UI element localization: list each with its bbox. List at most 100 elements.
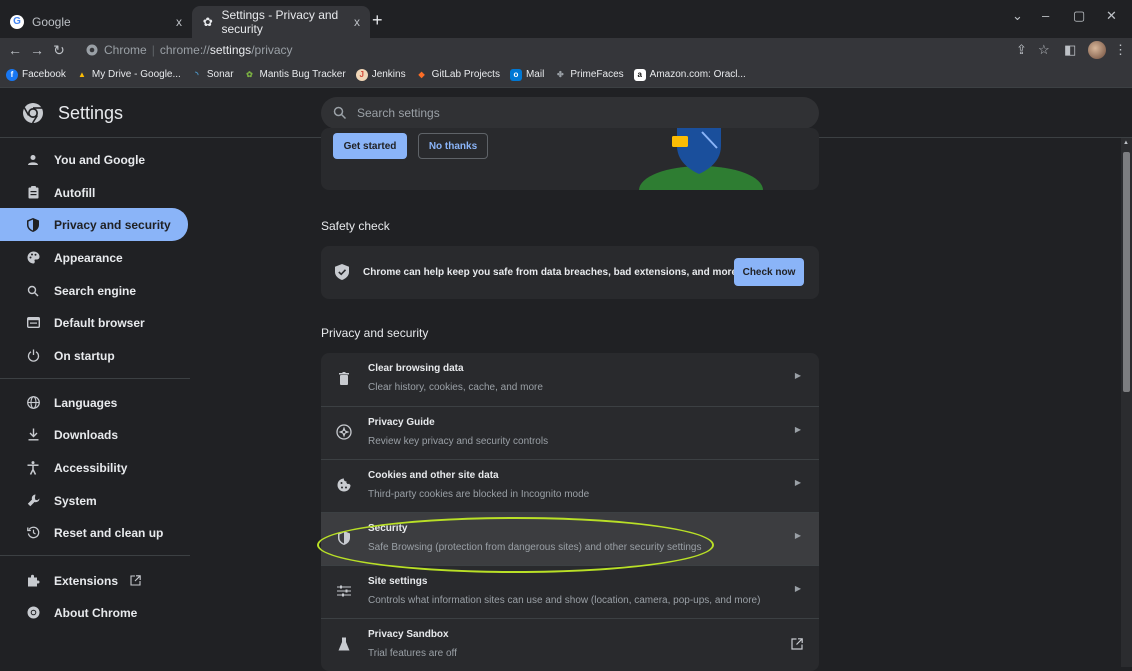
site-settings-row[interactable]: Site settings Controls what information … xyxy=(321,565,819,618)
bookmark-mail[interactable]: o Mail xyxy=(509,68,545,81)
privacy-guide-row[interactable]: Privacy Guide Review key privacy and sec… xyxy=(321,406,819,459)
url-prefix: chrome:// xyxy=(159,43,210,57)
google-icon: G xyxy=(10,15,24,29)
back-arrow-icon[interactable]: ← xyxy=(4,42,26,58)
clear-browsing-data-row[interactable]: Clear browsing data Clear history, cooki… xyxy=(321,353,819,406)
sidebar-item-label: Downloads xyxy=(54,427,119,442)
bookmark-jenkins[interactable]: J Jenkins xyxy=(355,68,406,81)
compass-icon xyxy=(335,423,353,441)
chevron-right-icon: ▶ xyxy=(794,425,801,434)
row-title: Cookies and other site data xyxy=(368,470,499,481)
share-icon[interactable]: ⇪ xyxy=(1016,42,1027,58)
sidebar-item-downloads[interactable]: Downloads xyxy=(0,418,188,451)
scrollbar-thumb[interactable] xyxy=(1123,152,1130,392)
search-box[interactable] xyxy=(321,97,819,129)
chevron-right-icon: ▶ xyxy=(794,531,801,540)
settings-brand: Settings xyxy=(22,102,123,124)
sidebar-item-about-chrome[interactable]: About Chrome xyxy=(0,596,188,629)
sidebar-item-accessibility[interactable]: Accessibility xyxy=(0,451,188,484)
sidebar-item-label: Extensions xyxy=(54,573,119,588)
chrome-icon xyxy=(24,606,42,619)
bookmark-label: GitLab Projects xyxy=(431,69,500,80)
tab-title: Settings - Privacy and security xyxy=(221,8,339,36)
search-input[interactable] xyxy=(357,106,777,120)
tab-search-icon[interactable]: ⌄ xyxy=(1012,8,1023,24)
sidebar-item-system[interactable]: System xyxy=(0,484,188,517)
row-subtitle: Clear history, cookies, cache, and more xyxy=(368,382,543,393)
safety-check-text: Chrome can help keep you safe from data … xyxy=(363,267,738,278)
sidebar-item-privacy-and-security[interactable]: Privacy and security xyxy=(0,208,188,241)
check-now-button[interactable]: Check now xyxy=(734,258,804,286)
bookmark-facebook[interactable]: f Facebook xyxy=(6,68,66,81)
avatar[interactable] xyxy=(1088,41,1106,59)
bookmark-amazon[interactable]: a Amazon.com: Oracl... xyxy=(633,68,746,81)
bookmark-label: My Drive - Google... xyxy=(91,69,181,80)
shield-icon xyxy=(24,217,42,232)
star-icon[interactable]: ☆ xyxy=(1038,42,1050,58)
jenkins-icon: J xyxy=(355,68,368,81)
row-subtitle: Trial features are off xyxy=(368,648,457,659)
sidebar-item-default-browser[interactable]: Default browser xyxy=(0,306,188,339)
scroll-up-arrow-icon[interactable]: ▲ xyxy=(1123,140,1129,146)
bookmark-sonar[interactable]: ◝ Sonar xyxy=(191,69,233,81)
more-menu-icon[interactable]: ⋮ xyxy=(1114,42,1127,58)
side-panel-icon[interactable]: ◧ xyxy=(1064,42,1076,58)
sidebar-item-search-engine[interactable]: Search engine xyxy=(0,274,188,307)
sliders-icon xyxy=(335,582,353,600)
address-bar[interactable]: Chrome | chrome://settings/privacy xyxy=(86,39,1006,61)
restore-button[interactable]: ▢ xyxy=(1073,8,1085,24)
tab-settings[interactable]: ✿ Settings - Privacy and security x xyxy=(192,6,370,38)
no-thanks-button[interactable]: No thanks xyxy=(418,133,488,159)
bookmark-gitlab[interactable]: ◆ GitLab Projects xyxy=(416,69,500,81)
row-title: Clear browsing data xyxy=(368,363,464,374)
sidebar-item-you-and-google[interactable]: You and Google xyxy=(0,143,188,176)
gitlab-icon: ◆ xyxy=(418,69,425,79)
minimize-button[interactable]: – xyxy=(1042,8,1049,23)
tab-strip: G Google x ✿ Settings - Privacy and secu… xyxy=(0,0,1132,38)
get-started-button[interactable]: Get started xyxy=(333,133,407,159)
privacy-security-card: Clear browsing data Clear history, cooki… xyxy=(321,353,819,671)
sidebar-item-on-startup[interactable]: On startup xyxy=(0,339,188,372)
mantis-icon: ✿ xyxy=(246,69,253,79)
sidebar-item-label: Autofill xyxy=(54,185,96,200)
row-subtitle: Safe Browsing (protection from dangerous… xyxy=(368,542,702,553)
sidebar-item-autofill[interactable]: Autofill xyxy=(0,176,188,209)
close-tab-button[interactable]: x xyxy=(354,15,360,29)
tab-google[interactable]: G Google x xyxy=(0,6,192,38)
bookmark-primefaces[interactable]: ✤ PrimeFaces xyxy=(554,69,624,81)
cookie-icon xyxy=(335,476,353,494)
trash-icon xyxy=(335,369,353,387)
new-tab-button[interactable]: + xyxy=(372,10,383,31)
sidebar-item-appearance[interactable]: Appearance xyxy=(0,241,188,274)
row-title: Privacy Sandbox xyxy=(368,629,449,640)
restore-icon xyxy=(24,526,42,539)
clipboard-icon xyxy=(24,186,42,199)
sidebar-item-languages[interactable]: Languages xyxy=(0,386,188,419)
privacy-sandbox-row[interactable]: Privacy Sandbox Trial features are off xyxy=(321,618,819,671)
sidebar-item-reset-and-clean-up[interactable]: Reset and clean up xyxy=(0,516,188,549)
security-row[interactable]: Security Safe Browsing (protection from … xyxy=(321,512,819,565)
google-drive-icon: ▲ xyxy=(77,69,86,79)
close-tab-button[interactable]: x xyxy=(176,15,182,29)
external-link-icon xyxy=(130,575,141,586)
sidebar-item-extensions[interactable]: Extensions xyxy=(0,564,188,597)
url-host: settings xyxy=(209,43,252,57)
row-subtitle: Controls what information sites can use … xyxy=(368,595,761,606)
sidebar-item-label: System xyxy=(54,493,97,508)
bookmark-mantis[interactable]: ✿ Mantis Bug Tracker xyxy=(244,69,346,81)
external-link-icon[interactable] xyxy=(791,638,803,650)
cookies-row[interactable]: Cookies and other site data Third-party … xyxy=(321,459,819,512)
sidebar-item-label: Reset and clean up xyxy=(54,525,164,540)
promo-illustration xyxy=(639,128,763,190)
row-title: Security xyxy=(368,523,408,534)
tab-title: Google xyxy=(32,15,71,29)
close-window-button[interactable]: ✕ xyxy=(1106,8,1117,24)
bookmark-my-drive[interactable]: ▲ My Drive - Google... xyxy=(76,69,181,81)
row-subtitle: Review key privacy and security controls xyxy=(368,436,549,447)
forward-arrow-icon[interactable]: → xyxy=(26,42,48,58)
bookmark-label: Amazon.com: Oracl... xyxy=(649,69,746,80)
scrollbar[interactable]: ▲ xyxy=(1121,138,1132,667)
download-icon xyxy=(24,428,42,441)
bookmark-label: Mail xyxy=(525,69,545,80)
reload-icon[interactable]: ↻ xyxy=(48,42,70,59)
